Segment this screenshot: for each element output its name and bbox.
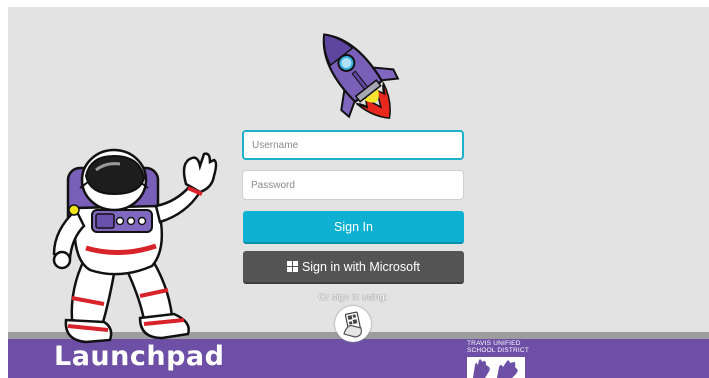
microsoft-sign-in-label: Sign in with Microsoft (301, 259, 421, 274)
sign-in-button[interactable]: Sign In (243, 211, 464, 244)
brand-title: Launchpad (54, 341, 225, 372)
alt-sign-in-text: Or sign in using: (318, 292, 388, 303)
qr-badge-icon (343, 311, 362, 338)
password-input[interactable] (242, 170, 464, 200)
astronaut-illustration (52, 148, 218, 344)
rocket-icon (322, 33, 400, 119)
username-input[interactable] (242, 130, 464, 160)
district-logo-icon (467, 357, 525, 378)
district-line-1: TRAVIS UNIFIED (467, 340, 521, 347)
district-line-2: SCHOOL DISTRICT (467, 347, 529, 354)
qr-badge-button[interactable] (335, 306, 371, 342)
district-name: TRAVIS UNIFIED SCHOOL DISTRICT (467, 340, 529, 354)
sign-in-label: Sign In (334, 219, 373, 234)
microsoft-sign-in-button[interactable]: Sign in with Microsoft (243, 251, 464, 284)
windows-icon (286, 261, 298, 272)
